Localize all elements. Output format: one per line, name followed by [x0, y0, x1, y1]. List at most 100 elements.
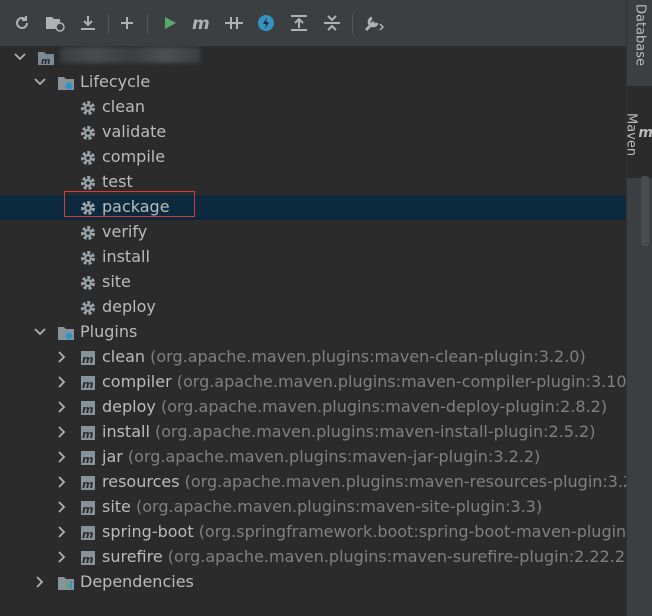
folder-refresh-icon: [46, 17, 65, 32]
settings-button[interactable]: [363, 12, 385, 34]
collapse-icon: [324, 15, 340, 31]
lifecycle-label: Lifecycle: [80, 72, 151, 91]
chevron-down-icon: [14, 53, 26, 61]
plugin-jar[interactable]: m jar (org.apache.maven.plugins:maven-jar…: [0, 445, 626, 470]
lifecycle-goal-label: site: [102, 272, 131, 291]
plugin-icon: m: [81, 551, 95, 566]
lifecycle-goal-compile[interactable]: compile: [0, 145, 626, 170]
maven-project-tree: m Lifecycle clean validate compile test pack…: [0, 46, 626, 616]
plugins-folder[interactable]: Plugins: [0, 320, 626, 345]
maven-tab[interactable]: m Maven: [623, 86, 652, 178]
lifecycle-goal-verify[interactable]: verify: [0, 220, 626, 245]
plugin-site[interactable]: m site (org.apache.maven.plugins:maven-si…: [0, 495, 626, 520]
plugin-name: clean: [102, 347, 146, 366]
add-button[interactable]: [116, 12, 138, 34]
toolbar-separator: [147, 14, 148, 34]
lifecycle-goal-clean[interactable]: clean: [0, 95, 626, 120]
plugin-icon: m: [81, 526, 95, 541]
lifecycle-goal-label: compile: [102, 147, 166, 166]
gear-icon: [81, 301, 95, 315]
gear-icon: [81, 151, 95, 165]
reload-button[interactable]: [11, 12, 33, 34]
execute-goal-button[interactable]: m: [190, 12, 212, 34]
collapse-all-button[interactable]: [321, 12, 343, 34]
lifecycle-goal-label: install: [102, 247, 150, 266]
dependencies-folder[interactable]: Dependencies: [0, 570, 626, 595]
lifecycle-goal-validate[interactable]: validate: [0, 120, 626, 145]
plugin-icon: m: [81, 351, 95, 366]
chevron-right-icon: [58, 451, 66, 463]
svg-text:m: m: [82, 478, 93, 491]
plugin-label: deploy (org.apache.maven.plugins:maven-d…: [102, 397, 607, 417]
plugin-coordinates: (org.apache.maven.plugins:maven-deploy-p…: [160, 397, 608, 416]
lifecycle-goal-site[interactable]: site: [0, 270, 626, 295]
skip-tests-icon: [258, 15, 274, 31]
download-button[interactable]: [77, 12, 99, 34]
lifecycle-goal-label: test: [102, 172, 133, 191]
plugin-clean[interactable]: m clean (org.apache.maven.plugins:maven-c…: [0, 345, 626, 370]
gear-icon: [81, 226, 95, 240]
chevron-right-icon: [58, 476, 66, 488]
database-tab[interactable]: Database: [627, 0, 652, 74]
plugin-spring-boot[interactable]: m spring-boot (org.springframework.boot:s…: [0, 520, 626, 545]
plugin-label: jar (org.apache.maven.plugins:maven-jar-…: [102, 447, 540, 467]
download-icon: [81, 16, 95, 30]
right-tool-window-bar: Database m Maven: [623, 0, 652, 616]
plugin-resources[interactable]: m resources (org.apache.maven.plugins:mav…: [0, 470, 626, 495]
plugin-name: resources: [102, 472, 180, 491]
svg-text:m: m: [41, 57, 50, 67]
lifecycle-goal-label: deploy: [102, 297, 156, 316]
lifecycle-goal-deploy[interactable]: deploy: [0, 295, 626, 320]
chevron-right-icon: [58, 351, 66, 363]
plugins-label: Plugins: [80, 322, 138, 341]
offline-icon: [225, 17, 243, 29]
gear-icon: [81, 176, 95, 190]
plugin-label: resources (org.apache.maven.plugins:mave…: [102, 472, 626, 492]
plugin-compiler[interactable]: m compiler (org.apache.maven.plugins:mave…: [0, 370, 626, 395]
refresh-icon: [16, 16, 28, 29]
plugin-coordinates: (org.apache.maven.plugins:maven-site-plu…: [136, 497, 543, 516]
lifecycle-goal-label: clean: [102, 97, 146, 116]
svg-text:m: m: [82, 428, 93, 441]
chevron-right-icon: [58, 376, 66, 388]
plugin-coordinates: (org.apache.maven.plugins:maven-compiler…: [176, 372, 626, 391]
chevron-right-icon: [58, 551, 66, 563]
gear-icon: [81, 251, 95, 265]
lifecycle-folder-icon: [58, 77, 74, 90]
plugin-coordinates: (org.apache.maven.plugins:maven-clean-pl…: [150, 347, 586, 366]
reimport-button[interactable]: [44, 12, 66, 34]
show-dependencies-button[interactable]: [288, 12, 310, 34]
lifecycle-goal-label: validate: [102, 122, 167, 141]
plugin-label: spring-boot (org.springframework.boot:sp…: [102, 522, 626, 542]
svg-text:m: m: [82, 503, 93, 516]
svg-text:m: m: [82, 378, 93, 391]
plugin-label: site (org.apache.maven.plugins:maven-sit…: [102, 497, 542, 517]
lifecycle-goal-install[interactable]: install: [0, 245, 626, 270]
plugin-icon: m: [81, 401, 95, 416]
svg-text:m: m: [82, 553, 93, 566]
maven-tab-label: Maven: [623, 113, 639, 157]
sidebar-scrollbar[interactable]: [641, 176, 649, 246]
expand-icon: [291, 15, 307, 31]
svg-text:m: m: [82, 353, 93, 366]
toggle-offline-button[interactable]: [223, 12, 245, 34]
svg-text:m: m: [82, 528, 93, 541]
plugin-name: install: [102, 422, 150, 441]
plugin-name: jar: [102, 447, 123, 466]
run-button[interactable]: [159, 12, 181, 34]
annotation-highlight-box: [64, 191, 195, 217]
maven-project-icon: m: [38, 52, 54, 67]
plugin-label: clean (org.apache.maven.plugins:maven-cl…: [102, 347, 586, 367]
chevron-right-icon: [58, 501, 66, 513]
plugin-name: compiler: [102, 372, 172, 391]
chevron-down-icon: [34, 328, 46, 336]
skip-tests-button[interactable]: [255, 12, 277, 34]
gear-icon: [81, 101, 95, 115]
plugin-install[interactable]: m install (org.apache.maven.plugins:maven…: [0, 420, 626, 445]
plugin-name: site: [102, 497, 131, 516]
chevron-right-icon: [58, 401, 66, 413]
plugin-deploy[interactable]: m deploy (org.apache.maven.plugins:maven-…: [0, 395, 626, 420]
lifecycle-folder[interactable]: Lifecycle: [0, 70, 626, 95]
plugin-icon: m: [81, 426, 95, 441]
plugin-surefire[interactable]: m surefire (org.apache.maven.plugins:mave…: [0, 545, 626, 570]
